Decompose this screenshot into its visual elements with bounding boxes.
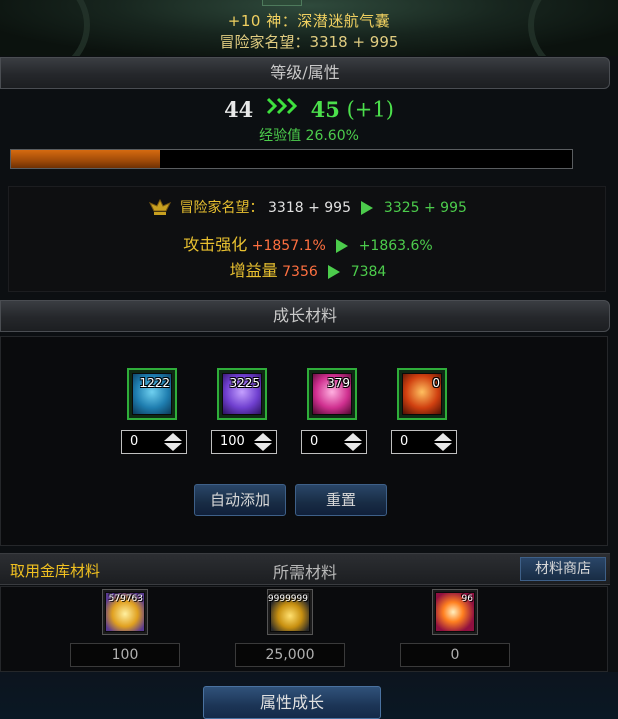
material-count: 379 [327, 376, 350, 390]
exp-progress-fill [11, 150, 161, 168]
attack-stat-line: 攻击强化 +1857.1% +1863.6% [9, 231, 607, 255]
material-slot-red[interactable]: 0 [397, 368, 447, 420]
attack-new-value: +1863.6% [358, 238, 433, 254]
material-stepper-purple[interactable]: 100 [211, 430, 277, 454]
stepper-value[interactable]: 0 [400, 434, 408, 449]
material-shop-button[interactable]: 材料商店 [520, 557, 606, 581]
required-materials-title: 所需材料 [272, 563, 337, 582]
stepper-up-down-icon[interactable] [343, 432, 363, 452]
item-fame: 冒险家名望：3318 + 995 [219, 33, 399, 51]
fame-new-value: 3325 + 995 [383, 200, 467, 216]
buff-label: 增益量 [229, 261, 278, 280]
item-name: +10 神：深潜迷航气囊 [227, 12, 391, 30]
required-amount-orange-orb: 0 [400, 643, 510, 667]
material-count: 3225 [229, 376, 260, 390]
level-section-title: 等级/属性 [270, 63, 340, 82]
arrow-right-icon [328, 265, 341, 279]
required-amount-gold-gem: 100 [70, 643, 180, 667]
auto-add-button[interactable]: 自动添加 [194, 484, 286, 516]
fame-crest-icon [149, 199, 172, 215]
material-count: 0 [432, 376, 440, 390]
reset-button[interactable]: 重置 [295, 484, 387, 516]
material-count: 1222 [139, 376, 170, 390]
material-slot-pink[interactable]: 379 [307, 368, 357, 420]
level-change-row: 44 45 (+1) [0, 96, 618, 124]
triple-chevron-right-icon [266, 97, 298, 115]
current-level: 44 [224, 97, 254, 122]
orange-orb-icon: 96 [435, 592, 475, 632]
growth-section-header: 成长材料 [0, 300, 610, 332]
required-amount-gold-coin: 25,000 [235, 643, 345, 667]
stepper-value[interactable]: 0 [310, 434, 318, 449]
required-materials-header: 取用金库材料 所需材料 材料商店 [0, 553, 610, 585]
arrow-right-icon [361, 201, 374, 215]
level-section-header: 等级/属性 [0, 57, 610, 89]
exp-row: 经验值 26.60% [0, 125, 618, 145]
required-slot-gold-coin[interactable]: 9999999 [267, 589, 313, 635]
exp-label: 经验值 [259, 128, 302, 144]
fame-stat-line: 冒险家名望： 3318 + 995 3325 + 995 [9, 197, 607, 217]
material-slot-blue[interactable]: 1222 [127, 368, 177, 420]
stepper-up-down-icon[interactable] [163, 432, 183, 452]
buff-old-value: 7356 [282, 264, 318, 280]
stat-comparison-box: 冒险家名望： 3318 + 995 3325 + 995 攻击强化 +1857.… [8, 186, 606, 292]
blue-crystal-icon: 1222 [132, 373, 172, 415]
growth-section-title: 成长材料 [272, 306, 337, 325]
required-slot-gold-gem[interactable]: 579763 [102, 589, 148, 635]
attribute-grow-button[interactable]: 属性成长 [203, 686, 381, 719]
next-level: 45 [310, 97, 340, 122]
pink-crystal-icon: 379 [312, 373, 352, 415]
level-gain: (+1) [346, 97, 394, 122]
stepper-up-down-icon[interactable] [253, 432, 273, 452]
material-stepper-blue[interactable]: 0 [121, 430, 187, 454]
stepper-value[interactable]: 0 [130, 434, 138, 449]
buff-stat-line: 增益量 7356 7384 [9, 257, 607, 281]
arrow-right-icon [336, 239, 349, 253]
required-slot-orange-orb[interactable]: 96 [432, 589, 478, 635]
exp-progress-bar [10, 149, 573, 169]
gold-gem-icon: 579763 [105, 592, 145, 632]
buff-new-value: 7384 [350, 264, 387, 280]
gold-coin-icon: 9999999 [267, 592, 310, 632]
required-count: 96 [461, 594, 473, 604]
attack-old-value: +1857.1% [251, 238, 326, 254]
required-count: 579763 [108, 594, 143, 604]
attack-label: 攻击强化 [183, 235, 248, 254]
material-stepper-pink[interactable]: 0 [301, 430, 367, 454]
stepper-value[interactable]: 100 [220, 434, 245, 449]
fame-old-value: 3318 + 995 [268, 200, 351, 216]
exp-value: 26.60% [305, 128, 359, 144]
material-stepper-red[interactable]: 0 [391, 430, 457, 454]
banner-emblem [262, 0, 302, 6]
red-crystal-icon: 0 [402, 373, 442, 415]
stepper-up-down-icon[interactable] [433, 432, 453, 452]
purple-crystal-icon: 3225 [222, 373, 262, 415]
required-count: 9999999 [267, 594, 308, 604]
item-banner: +10 神：深潜迷航气囊 冒险家名望：3318 + 995 [0, 0, 618, 56]
material-slot-purple[interactable]: 3225 [217, 368, 267, 420]
fame-label: 冒险家名望： [179, 200, 264, 216]
